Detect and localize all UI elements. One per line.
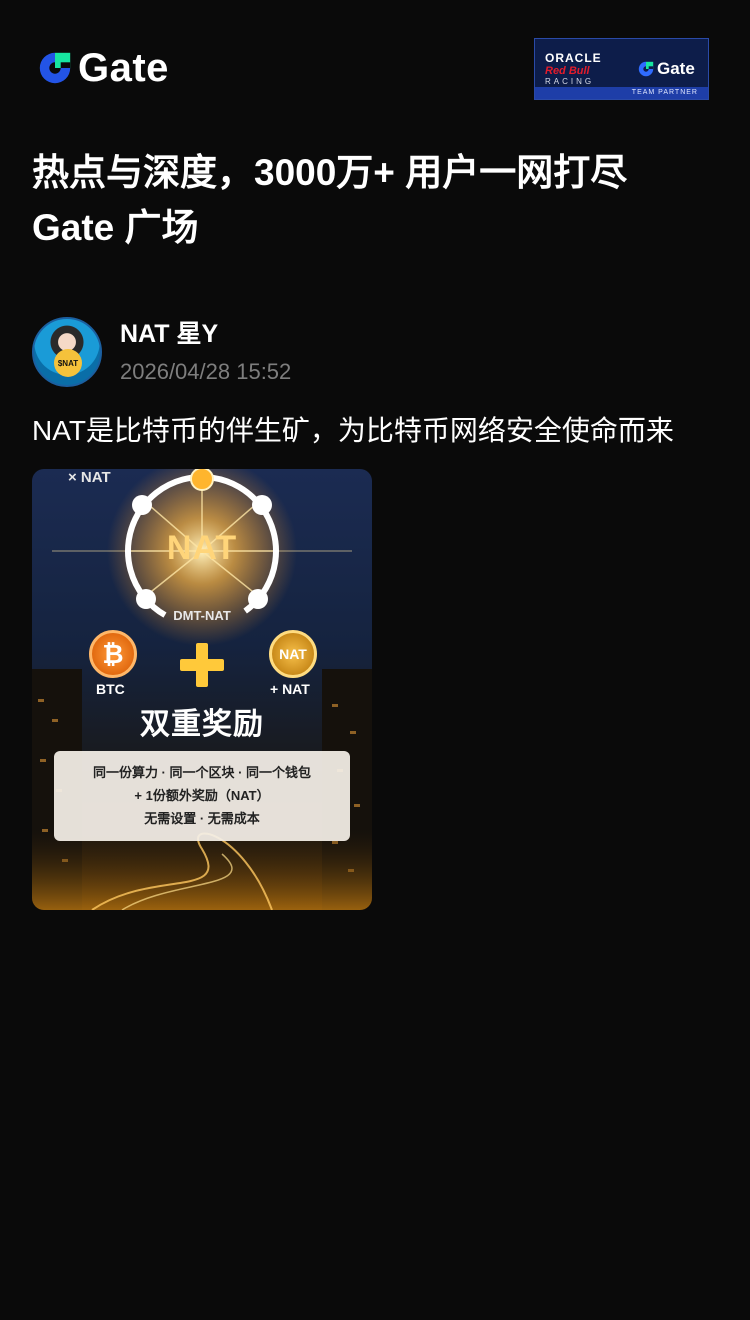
post-timestamp: 2026/04/28 15:52 — [120, 359, 292, 384]
racing-text: RACING — [545, 76, 595, 86]
team-partner-badge[interactable]: ORACLE Red Bull RACING Gate TEAM PARTNER — [534, 38, 709, 100]
image-title: 双重奖励 — [140, 708, 264, 741]
headline-line-2: Gate 广场 — [32, 207, 199, 248]
avatar[interactable]: $NAT — [32, 317, 102, 387]
page-headline: 热点与深度，3000万+ 用户一网打尽 Gate 广场 — [32, 145, 722, 255]
nat-coin-icon: NAT — [269, 630, 317, 678]
image-card-line-1: 同一份算力 · 同一个区块 · 同一个钱包 — [92, 765, 312, 780]
image-card-line-2: + 1份额外奖励（NAT） — [134, 788, 270, 803]
gate-logo-icon — [39, 52, 71, 84]
image-info-card: 同一份算力 · 同一个区块 · 同一个钱包 + 1份额外奖励（NAT） 无需设置… — [54, 751, 350, 841]
gate-mini-icon — [638, 61, 654, 77]
redbull-text: Red Bull — [545, 64, 590, 77]
top-bar: Gate ORACLE Red Bull RACING Gate TEAM PA… — [0, 0, 750, 140]
oracle-redbull-logo: ORACLE Red Bull RACING — [535, 50, 637, 87]
image-subtitle: DMT-NAT — [173, 608, 231, 623]
image-card-line-3: 无需设置 · 无需成本 — [144, 811, 260, 826]
post-image[interactable]: × NAT NAT DMT-NAT ₿ BTC NAT + NAT 双重奖励 同… — [32, 469, 372, 910]
image-nat-logo: NAT — [166, 529, 238, 567]
post-author[interactable]: $NAT NAT 星Y 2026/04/28 15:52 — [32, 316, 291, 388]
image-corner-tag: × NAT — [68, 469, 111, 486]
gate-logo[interactable]: Gate — [36, 48, 169, 88]
headline-line-1: 热点与深度，3000万+ 用户一网打尽 — [32, 152, 628, 193]
author-info: NAT 星Y 2026/04/28 15:52 — [120, 316, 291, 388]
partner-gate-text: Gate — [657, 59, 695, 78]
partner-gate-logo: Gate — [637, 59, 708, 79]
team-partner-strip: TEAM PARTNER — [535, 87, 708, 99]
plus-icon-vertical — [196, 643, 208, 687]
oracle-text: ORACLE — [545, 50, 602, 65]
author-name[interactable]: NAT 星Y — [120, 316, 291, 352]
bitcoin-coin-icon: ₿ — [89, 630, 137, 678]
coin-left-label: BTC — [96, 681, 125, 697]
coin-right-label: + NAT — [270, 681, 310, 697]
brand-name: Gate — [78, 46, 169, 90]
avatar-badge: $NAT — [54, 349, 82, 377]
post-text: NAT是比特币的伴生矿，为比特币网络安全使命而来 — [32, 415, 674, 446]
